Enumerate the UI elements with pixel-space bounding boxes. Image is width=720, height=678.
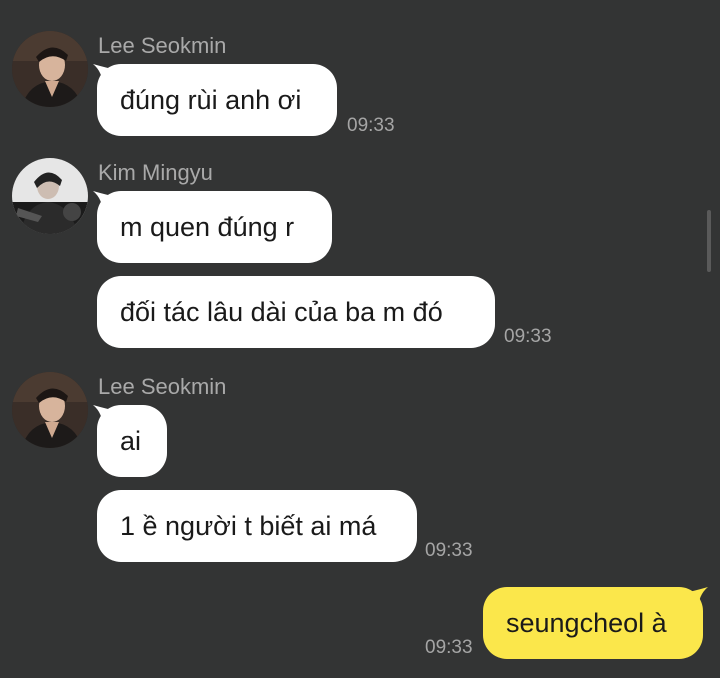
message-bubble[interactable]: m quen đúng r	[97, 191, 332, 263]
message-time: 09:33	[504, 326, 552, 347]
kim-mingyu-avatar[interactable]	[12, 158, 88, 234]
profile-photo-icon	[12, 158, 88, 234]
outgoing-message-bubble[interactable]: seungcheol à	[483, 587, 703, 659]
sender-name: Lee Seokmin	[98, 374, 227, 399]
lee-seokmin-avatar[interactable]	[12, 31, 88, 107]
message-bubble[interactable]: đối tác lâu dài của ba m đó	[97, 276, 495, 348]
message-time: 09:33	[347, 115, 395, 136]
message-time: 09:33	[425, 637, 473, 658]
lee-seokmin-avatar[interactable]	[12, 372, 88, 448]
scrollbar[interactable]	[707, 210, 711, 272]
sender-name: Kim Mingyu	[98, 160, 213, 185]
message-bubble[interactable]: 1 ề người t biết ai má	[97, 490, 417, 562]
profile-photo-icon	[12, 31, 88, 107]
bubble-tail	[684, 587, 708, 611]
message-bubble[interactable]: đúng rùi anh ơi	[97, 64, 337, 136]
message-time: 09:33	[425, 540, 473, 561]
chat-screen: Lee Seokmin đúng rùi anh ơi 09:33 Kim Mi…	[0, 0, 720, 678]
sender-name: Lee Seokmin	[98, 33, 227, 58]
profile-photo-icon	[12, 372, 88, 448]
message-bubble[interactable]: ai	[97, 405, 167, 477]
